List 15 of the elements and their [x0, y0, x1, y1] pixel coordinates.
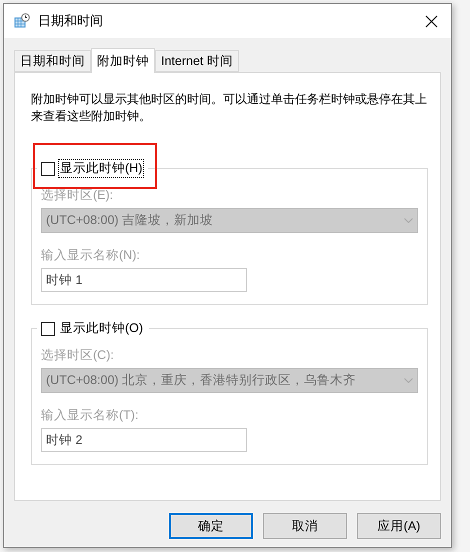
- window-title: 日期和时间: [38, 12, 104, 30]
- tab[interactable]: 附加时钟: [91, 48, 155, 73]
- dialog-button[interactable]: 确定: [169, 513, 253, 539]
- chevron-down-icon: [404, 378, 413, 383]
- display-name-label: 输入显示名称(T):: [41, 407, 140, 424]
- time-zone-label: 选择时区(E):: [41, 187, 114, 204]
- dialog-button[interactable]: 应用(A): [357, 513, 441, 539]
- time-zone-label: 选择时区(C):: [41, 347, 115, 364]
- dialog-button[interactable]: 取消: [263, 513, 347, 539]
- tab[interactable]: 日期和时间: [14, 50, 91, 72]
- chevron-down-icon: [404, 218, 413, 223]
- clock-calendar-icon: [14, 13, 30, 29]
- tab[interactable]: Internet 时间: [155, 50, 239, 72]
- description-text: 附加时钟可以显示其他时区的时间。可以通过单击任务栏时钟或悬停在其上来查看这些附加时钟。: [31, 91, 428, 125]
- display-name-label: 输入显示名称(N):: [41, 247, 141, 264]
